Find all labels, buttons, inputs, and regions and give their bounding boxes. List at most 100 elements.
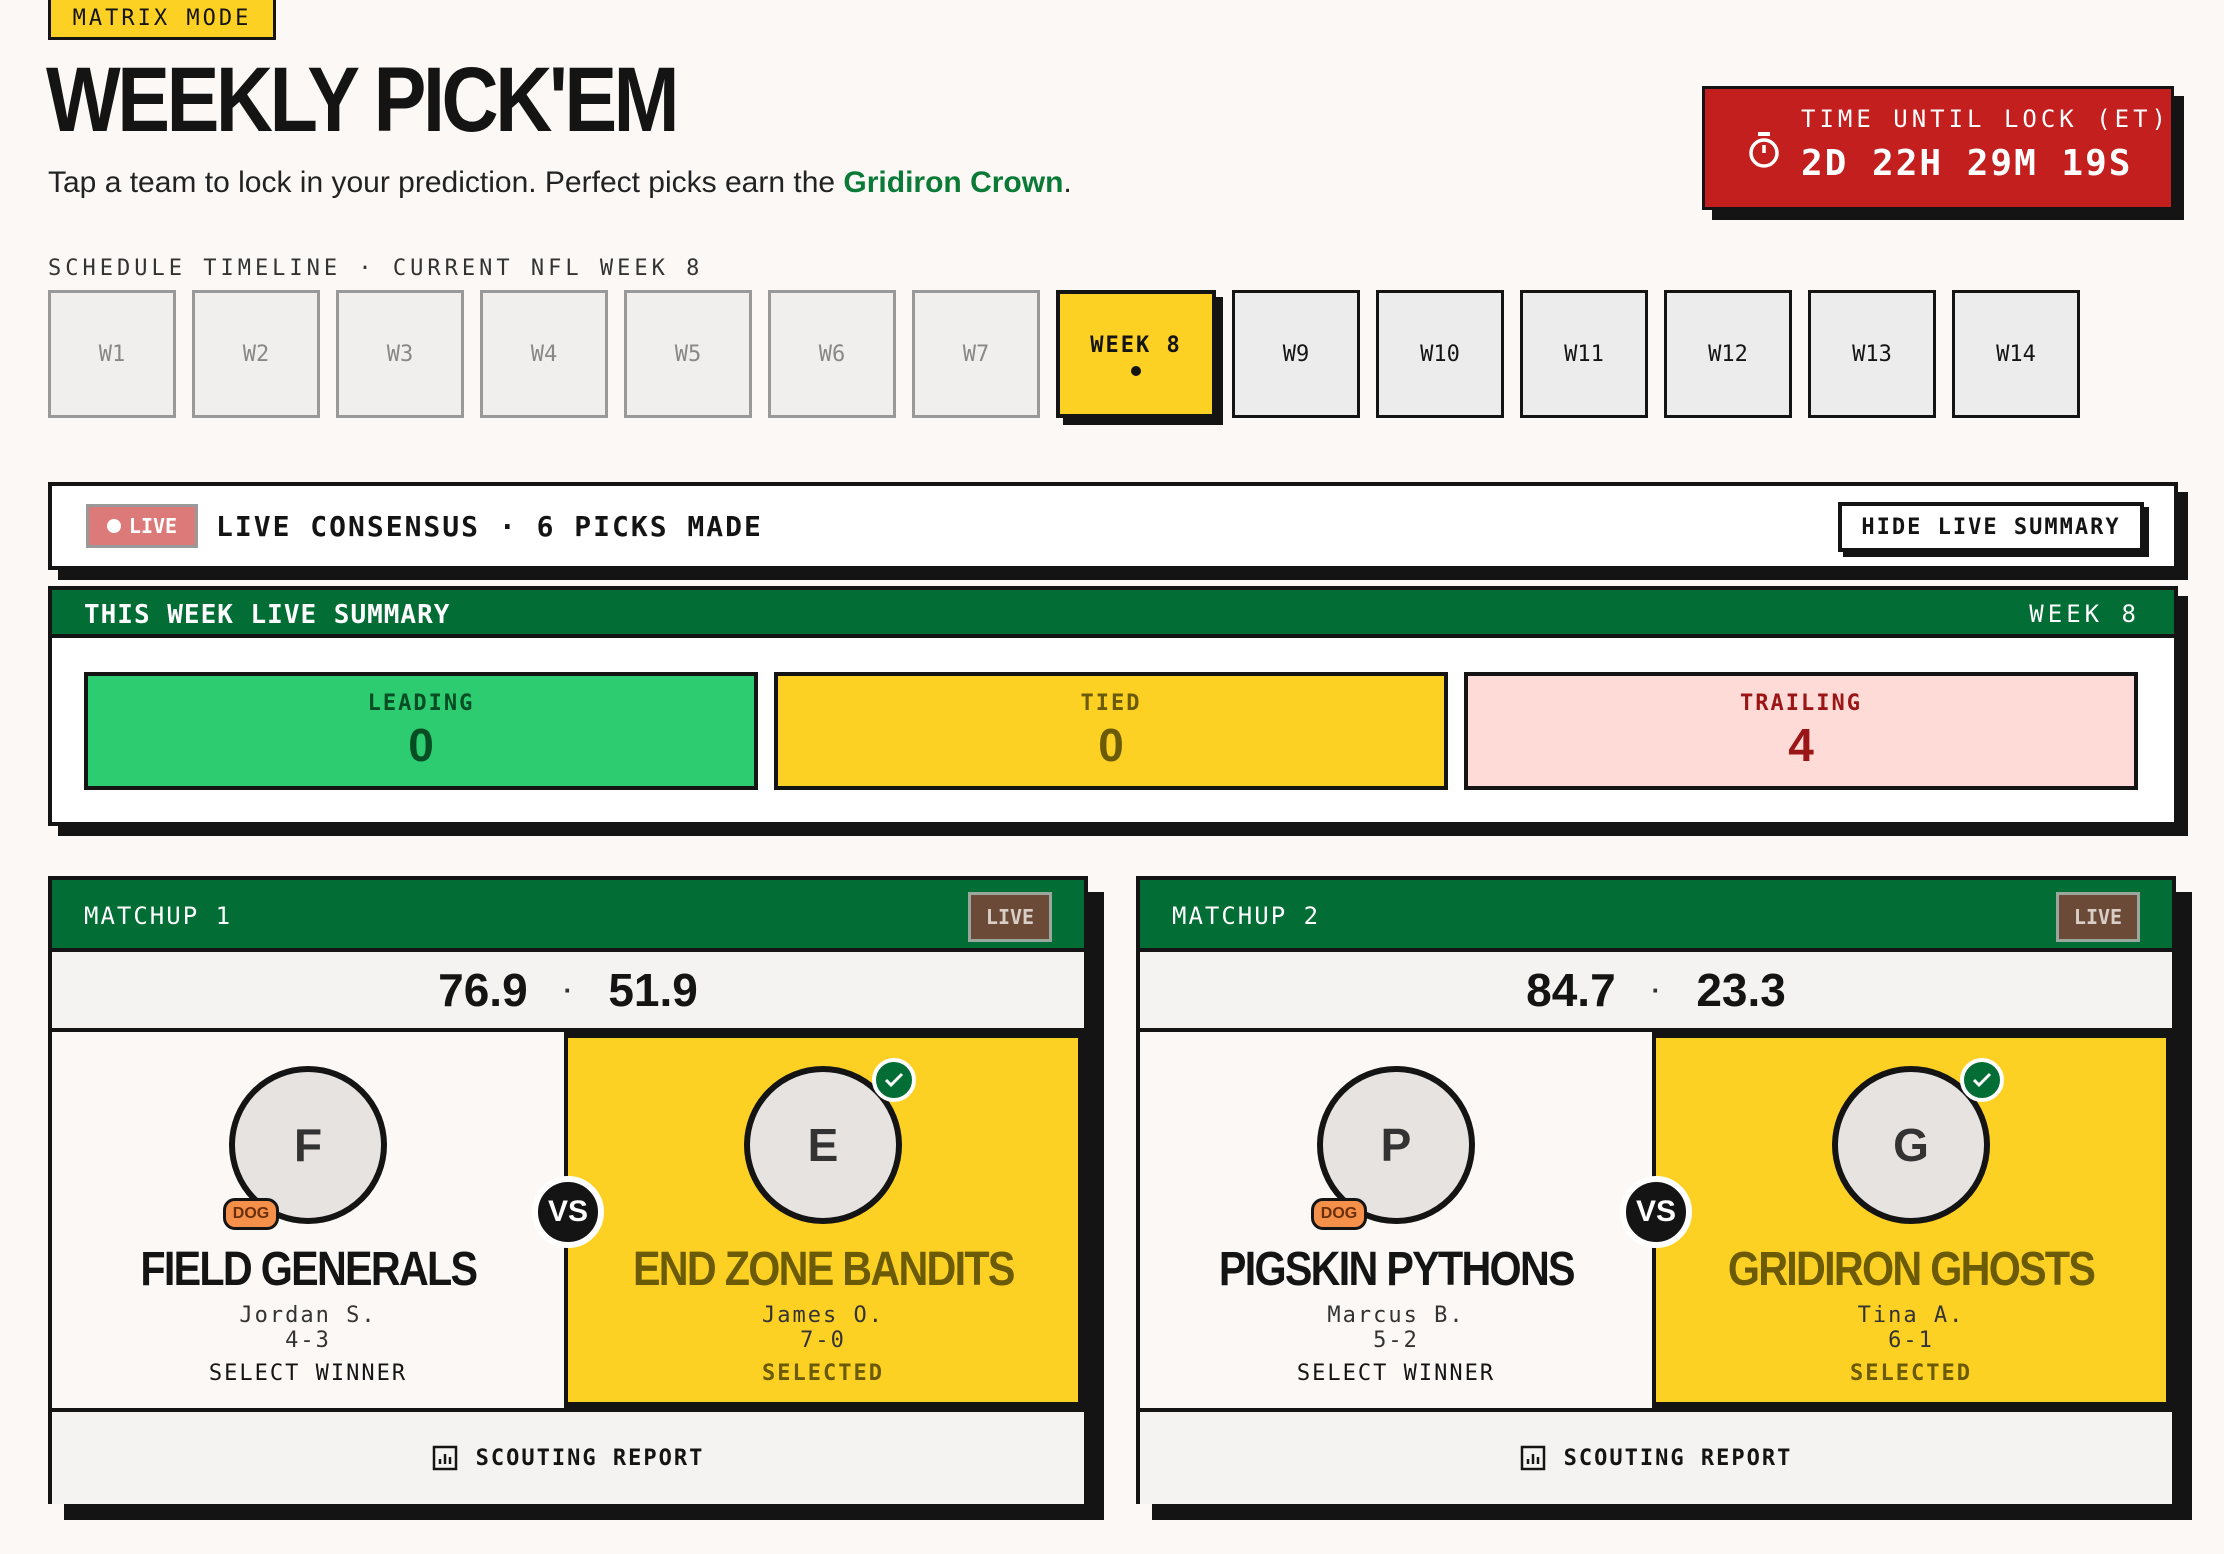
gridiron-crown-highlight: Gridiron Crown	[843, 166, 1064, 199]
week-tab-w5[interactable]: W5	[624, 290, 752, 418]
week-tab-w1[interactable]: W1	[48, 290, 176, 418]
leading-label: LEADING	[367, 690, 475, 716]
week-label: W12	[1708, 341, 1748, 367]
scouting-report-label: SCOUTING REPORT	[1563, 1445, 1793, 1471]
team-option-b[interactable]: E END ZONE BANDITS James O. 7-0 SELECTED	[568, 1032, 1084, 1408]
summary-title: THIS WEEK LIVE SUMMARY	[84, 600, 451, 630]
page-title: WEEKLY PICK'EM	[46, 49, 680, 151]
week-tab-w9[interactable]: W9	[1232, 290, 1360, 418]
tied-value: 0	[1098, 718, 1124, 771]
week-tab-w2[interactable]: W2	[192, 290, 320, 418]
scouting-report-button[interactable]: SCOUTING REPORT	[1140, 1408, 2172, 1504]
stopwatch-icon	[1749, 132, 1779, 168]
team-option-b[interactable]: G GRIDIRON GHOSTS Tina A. 6-1 SELECTED	[1656, 1032, 2172, 1408]
week-tab-w6[interactable]: W6	[768, 290, 896, 418]
matchup-card: MATCHUP 1 LIVE 76.9 · 51.9 F DOG FIELD G…	[48, 876, 1088, 1504]
team-owner: Tina A.	[1857, 1303, 1965, 1328]
matchup-scores: 76.9 · 51.9	[52, 952, 1084, 1032]
subtitle-text: Tap a team to lock in your prediction. P…	[48, 166, 844, 199]
week-label: W13	[1852, 341, 1892, 367]
selected-label: SELECTED	[1850, 1361, 1972, 1386]
avatar-initial: F	[293, 1119, 323, 1171]
summary-header: THIS WEEK LIVE SUMMARY WEEK 8	[52, 590, 2174, 638]
team-option-a[interactable]: P DOG PIGSKIN PYTHONS Marcus B. 5-2 SELE…	[1140, 1032, 1656, 1408]
week-tab-w12[interactable]: W12	[1664, 290, 1792, 418]
lock-countdown: 2D 22H 29M 19S	[1801, 143, 2133, 184]
week-label: W4	[530, 341, 558, 367]
week-tab-week-8[interactable]: WEEK 8	[1056, 290, 1216, 418]
mode-badge[interactable]: MATRIX MODE	[48, 0, 276, 40]
week-label: W5	[674, 341, 702, 367]
matchup-live-tag: LIVE	[968, 892, 1052, 942]
bar-chart-icon	[1520, 1445, 1545, 1471]
lock-timer: TIME UNTIL LOCK (ET) 2D 22H 29M 19S	[1702, 86, 2174, 210]
week-tab-w14[interactable]: W14	[1952, 290, 2080, 418]
team-record: 7-0	[800, 1328, 846, 1353]
team-name: FIELD GENERALS	[140, 1243, 478, 1296]
week-label: W6	[818, 341, 846, 367]
week-tab-w4[interactable]: W4	[480, 290, 608, 418]
hide-live-summary-button[interactable]: HIDE LIVE SUMMARY	[1838, 502, 2144, 552]
summary-week: WEEK 8	[2029, 600, 2140, 628]
week-label: W3	[386, 341, 414, 367]
live-summary-panel: THIS WEEK LIVE SUMMARY WEEK 8 LEADING 0 …	[48, 586, 2178, 826]
team-option-a[interactable]: F DOG FIELD GENERALS Jordan S. 4-3 SELEC…	[52, 1032, 568, 1408]
week-label: W7	[962, 341, 990, 367]
week-tab-w13[interactable]: W13	[1808, 290, 1936, 418]
team-name: END ZONE BANDITS	[632, 1243, 1015, 1296]
check-icon	[872, 1058, 916, 1102]
tied-stat: TIED 0	[774, 672, 1448, 790]
score-a: 84.7	[1526, 964, 1616, 1016]
week-label: W2	[242, 341, 270, 367]
select-winner-label: SELECT WINNER	[208, 1361, 408, 1386]
week-timeline: W1 W2 W3 W4 W5 W6 W7 WEEK 8 W9 W10 W11 W12 W13 W14	[48, 290, 2080, 418]
week-tab-w11[interactable]: W11	[1520, 290, 1648, 418]
vs-badge: VS	[1620, 1176, 1692, 1248]
week-label: W11	[1564, 341, 1604, 367]
selected-label: SELECTED	[762, 1361, 884, 1386]
timeline-label: SCHEDULE TIMELINE · CURRENT NFL WEEK 8	[48, 256, 704, 281]
team-owner: James O.	[762, 1303, 884, 1328]
check-icon	[1960, 1058, 2004, 1102]
team-record: 4-3	[285, 1328, 331, 1353]
live-dot-icon	[106, 519, 121, 533]
week-label: W9	[1282, 341, 1310, 367]
week-label: W1	[98, 341, 126, 367]
scouting-report-button[interactable]: SCOUTING REPORT	[52, 1408, 1084, 1504]
subtitle-suffix: .	[1063, 166, 1072, 199]
team-name: PIGSKIN PYTHONS	[1218, 1243, 1576, 1296]
week-tab-w10[interactable]: W10	[1376, 290, 1504, 418]
consensus-text: LIVE CONSENSUS · 6 PICKS MADE	[216, 510, 763, 543]
vs-badge: VS	[532, 1176, 604, 1248]
team-name: GRIDIRON GHOSTS	[1727, 1243, 2096, 1296]
select-winner-label: SELECT WINNER	[1296, 1361, 1496, 1386]
team-avatar: G	[1832, 1058, 2004, 1224]
scouting-report-label: SCOUTING REPORT	[475, 1445, 705, 1471]
matchup-title: MATCHUP 1	[84, 902, 233, 930]
live-pill-label: LIVE	[128, 514, 178, 538]
week-tab-w3[interactable]: W3	[336, 290, 464, 418]
tied-label: TIED	[1080, 690, 1142, 716]
underdog-badge: DOG	[1311, 1198, 1367, 1230]
week-tab-w7[interactable]: W7	[912, 290, 1040, 418]
lock-label: TIME UNTIL LOCK (ET)	[1801, 105, 2170, 133]
team-owner: Jordan S.	[239, 1303, 377, 1328]
trailing-value: 4	[1788, 718, 1814, 771]
matchup-scores: 84.7 · 23.3	[1140, 952, 2172, 1032]
avatar-initial: P	[1380, 1119, 1412, 1171]
leading-stat: LEADING 0	[84, 672, 758, 790]
team-owner: Marcus B.	[1327, 1303, 1465, 1328]
trailing-stat: TRAILING 4	[1464, 672, 2138, 790]
bar-chart-icon	[432, 1445, 457, 1471]
matchup-live-tag: LIVE	[2056, 892, 2140, 942]
team-avatar: E	[744, 1058, 916, 1224]
score-b: 23.3	[1696, 964, 1786, 1016]
matchup-header: MATCHUP 2 LIVE	[1140, 880, 2172, 952]
avatar-initial: G	[1893, 1119, 1929, 1171]
leading-value: 0	[408, 718, 434, 771]
week-label: WEEK 8	[1090, 332, 1182, 358]
week-label: W14	[1996, 341, 2036, 367]
current-week-dot-icon	[1131, 365, 1141, 376]
score-separator: ·	[1651, 974, 1661, 1005]
score-b: 51.9	[608, 964, 698, 1016]
